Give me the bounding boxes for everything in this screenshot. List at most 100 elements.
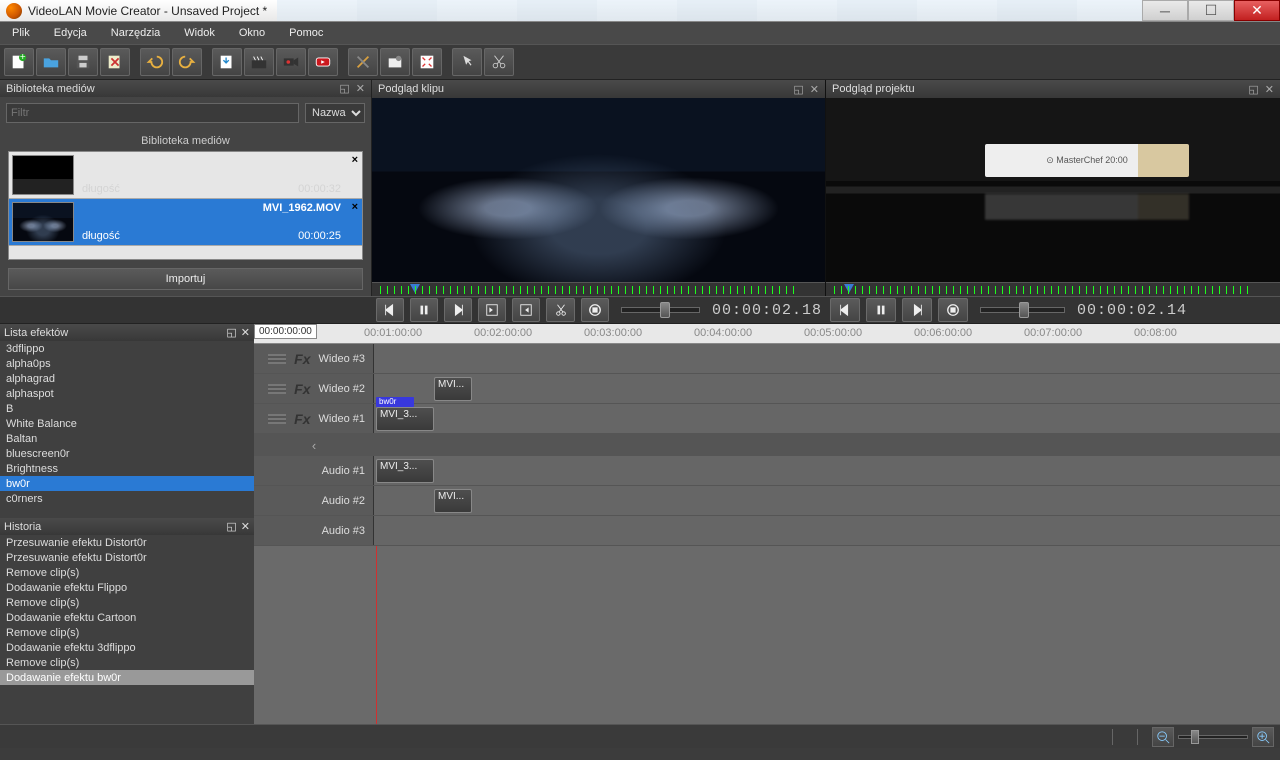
history-item[interactable]: Remove clip(s) xyxy=(0,625,254,640)
history-item[interactable]: Dodawanie efektu 3dflippo xyxy=(0,640,254,655)
project-prev-frame-button[interactable] xyxy=(830,298,860,322)
pointer-tool-button[interactable] xyxy=(452,48,482,76)
menu-view[interactable]: Widok xyxy=(178,24,221,42)
menu-edit[interactable]: Edycja xyxy=(48,24,93,42)
import-button[interactable]: Importuj xyxy=(8,268,363,290)
timeline-clip[interactable]: MVI... xyxy=(434,377,472,401)
clip-speed-slider[interactable] xyxy=(621,307,700,313)
maximize-button[interactable]: ☐ xyxy=(1188,0,1234,21)
media-item[interactable]: MVI_1962.MOV długość00:00:25 × xyxy=(9,199,362,246)
media-sort-select[interactable]: Nazwa xyxy=(305,103,365,123)
history-list[interactable]: Przesuwanie efektu Distort0rPrzesuwanie … xyxy=(0,535,254,724)
zoom-out-button[interactable] xyxy=(1152,727,1174,747)
effect-item[interactable]: alphaspot xyxy=(0,386,254,401)
history-item[interactable]: Dodawanie efektu Flippo xyxy=(0,580,254,595)
history-item[interactable]: Remove clip(s) xyxy=(0,565,254,580)
project-stop-button[interactable] xyxy=(938,298,968,322)
history-item[interactable]: Przesuwanie efektu Distort0r xyxy=(0,535,254,550)
fx-icon[interactable]: Fx xyxy=(294,381,310,397)
panel-close-icon[interactable]: ✕ xyxy=(356,82,365,95)
menu-help[interactable]: Pomoc xyxy=(283,24,329,42)
project-preview-ruler[interactable] xyxy=(826,282,1280,296)
history-item[interactable]: Dodawanie efektu bw0r xyxy=(0,670,254,685)
zoom-slider[interactable] xyxy=(1178,735,1248,739)
timeline-ruler[interactable]: 00:00:00:00 00:01:00:00 00:02:00:00 00:0… xyxy=(254,324,1280,344)
open-project-button[interactable] xyxy=(36,48,66,76)
track-collapse-row[interactable]: ‹ xyxy=(254,434,1280,456)
clip-next-frame-button[interactable] xyxy=(444,298,472,322)
panel-float-icon[interactable]: ◱ xyxy=(793,83,803,96)
effect-item[interactable]: alpha0ps xyxy=(0,356,254,371)
video-track[interactable]: FxWideo #3 xyxy=(254,344,1280,374)
menu-tools[interactable]: Narzędzia xyxy=(105,24,167,42)
effect-item[interactable]: alphagrad xyxy=(0,371,254,386)
close-button[interactable]: ✕ xyxy=(1234,0,1280,21)
media-item-remove-icon[interactable]: × xyxy=(352,154,358,166)
panel-close-icon[interactable]: ✕ xyxy=(810,83,819,96)
panel-float-icon[interactable]: ◱ xyxy=(226,520,236,533)
timeline-clip[interactable]: MVI... xyxy=(434,489,472,513)
grip-icon[interactable] xyxy=(268,384,286,394)
clip-stop-button[interactable] xyxy=(581,298,609,322)
save-project-button[interactable] xyxy=(68,48,98,76)
audio-track[interactable]: Audio #3 xyxy=(254,516,1280,546)
clapper-button[interactable] xyxy=(244,48,274,76)
effect-item[interactable]: bw0r xyxy=(0,476,254,491)
audio-track[interactable]: Audio #1MVI_3... xyxy=(254,456,1280,486)
fullscreen-button[interactable] xyxy=(412,48,442,76)
panel-float-icon[interactable]: ◱ xyxy=(1248,83,1258,96)
fx-icon[interactable]: Fx xyxy=(294,411,310,427)
media-list[interactable]: długość00:00:32 × MVI_1962.MOV długość00… xyxy=(8,151,363,260)
effect-item[interactable]: bluescreen0r xyxy=(0,446,254,461)
timeline-clip[interactable]: MVI_3... xyxy=(376,459,434,483)
effect-item[interactable]: Brightness xyxy=(0,461,254,476)
media-filter-input[interactable] xyxy=(6,103,299,123)
media-item[interactable]: długość00:00:32 × xyxy=(9,152,362,199)
project-preview-viewport[interactable]: ⊙ MasterChef 20:00 xyxy=(826,98,1280,282)
effect-item[interactable]: White Balance xyxy=(0,416,254,431)
history-item[interactable]: Dodawanie efektu Cartoon xyxy=(0,610,254,625)
panel-float-icon[interactable]: ◱ xyxy=(339,82,349,95)
clip-preview-viewport[interactable] xyxy=(372,98,825,282)
minimize-button[interactable]: ─ xyxy=(1142,0,1188,21)
settings-button[interactable] xyxy=(348,48,378,76)
youtube-button[interactable] xyxy=(308,48,338,76)
grip-icon[interactable] xyxy=(268,354,286,364)
clip-preview-ruler[interactable] xyxy=(372,282,825,296)
panel-close-icon[interactable]: ✕ xyxy=(241,520,250,533)
chevron-left-icon[interactable]: ‹ xyxy=(254,438,374,453)
fx-icon[interactable]: Fx xyxy=(294,351,310,367)
cut-tool-button[interactable] xyxy=(484,48,514,76)
clip-prev-frame-button[interactable] xyxy=(376,298,404,322)
history-item[interactable]: Przesuwanie efektu Distort0r xyxy=(0,550,254,565)
new-project-button[interactable]: + xyxy=(4,48,34,76)
project-speed-slider[interactable] xyxy=(980,307,1065,313)
redo-button[interactable] xyxy=(172,48,202,76)
timeline-tracks[interactable]: FxWideo #3FxWideo #2MVI...FxWideo #1bw0r… xyxy=(254,344,1280,724)
effect-item[interactable]: c0rners xyxy=(0,491,254,506)
clip-set-in-button[interactable] xyxy=(478,298,506,322)
grip-icon[interactable] xyxy=(268,414,286,424)
panel-close-icon[interactable]: ✕ xyxy=(1265,83,1274,96)
project-settings-button[interactable] xyxy=(380,48,410,76)
zoom-in-button[interactable] xyxy=(1252,727,1274,747)
clip-pause-button[interactable] xyxy=(410,298,438,322)
clip-set-out-button[interactable] xyxy=(512,298,540,322)
clip-cut-button[interactable] xyxy=(546,298,574,322)
media-item-remove-icon[interactable]: × xyxy=(352,201,358,213)
record-button[interactable] xyxy=(276,48,306,76)
undo-button[interactable] xyxy=(140,48,170,76)
effect-clip[interactable]: bw0r xyxy=(376,397,414,407)
video-track[interactable]: FxWideo #1bw0rMVI_3... xyxy=(254,404,1280,434)
history-item[interactable]: Remove clip(s) xyxy=(0,655,254,670)
project-ruler-cursor-icon[interactable] xyxy=(844,284,854,293)
project-next-frame-button[interactable] xyxy=(902,298,932,322)
effect-item[interactable]: Baltan xyxy=(0,431,254,446)
import-media-button[interactable] xyxy=(212,48,242,76)
panel-close-icon[interactable]: ✕ xyxy=(241,326,250,339)
effect-item[interactable]: 3dflippo xyxy=(0,341,254,356)
audio-track[interactable]: Audio #2MVI... xyxy=(254,486,1280,516)
project-pause-button[interactable] xyxy=(866,298,896,322)
history-item[interactable]: Remove clip(s) xyxy=(0,595,254,610)
effects-list[interactable]: 3dflippoalpha0psalphagradalphaspotBWhite… xyxy=(0,341,254,518)
